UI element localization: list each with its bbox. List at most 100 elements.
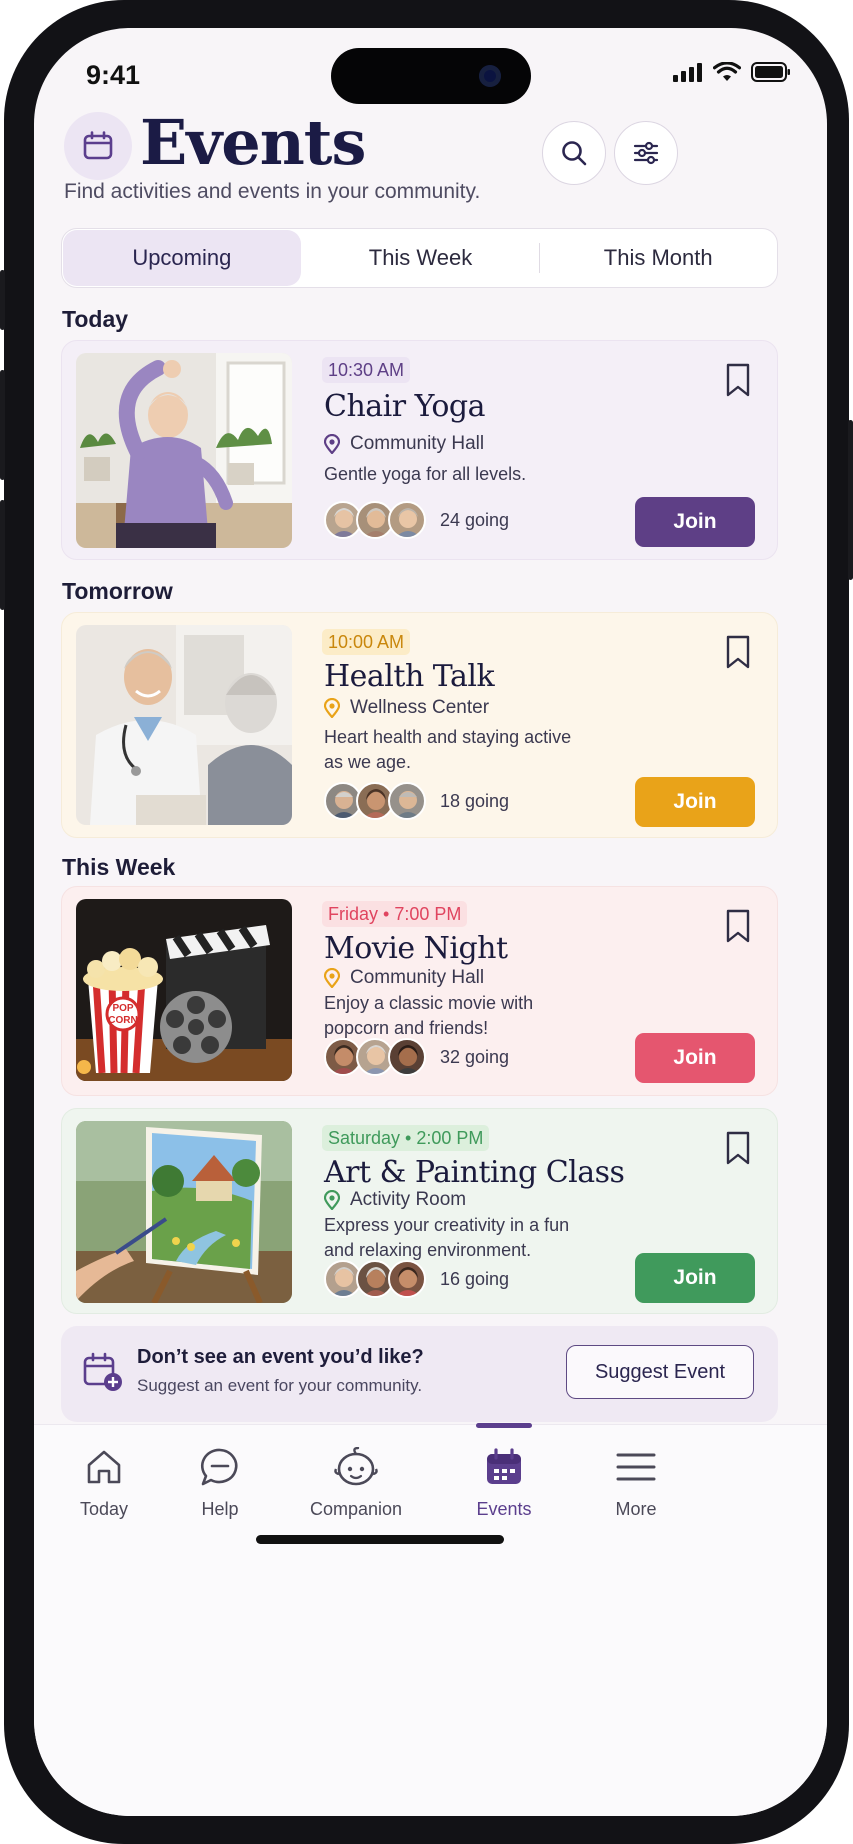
location-pin-icon — [324, 968, 340, 988]
nav-label: Help — [201, 1499, 239, 1519]
event-title: Chair Yoga — [324, 389, 485, 424]
event-location-text: Community Hall — [350, 967, 485, 988]
tab-label: This Week — [368, 245, 473, 270]
location-pin-icon — [324, 434, 340, 454]
tab-divider — [539, 243, 541, 273]
tab-label: Upcoming — [132, 245, 232, 270]
event-image-health-talk — [76, 625, 292, 825]
wifi-icon — [713, 62, 741, 81]
join-button[interactable]: Join — [635, 1033, 755, 1083]
event-location: Wellness Center — [324, 697, 489, 719]
volume-up-button — [0, 370, 5, 480]
suggest-subtitle: Suggest an event for your community. — [137, 1376, 423, 1395]
event-location-text: Activity Room — [350, 1189, 467, 1210]
calendar-icon — [487, 1448, 521, 1484]
join-button[interactable]: Join — [635, 1253, 755, 1303]
going-count: 32 going — [440, 1046, 510, 1067]
nav-label: Today — [79, 1499, 129, 1519]
event-time: 10:30 AM — [322, 357, 411, 383]
calendar-icon — [83, 131, 113, 160]
svg-text:CORN: CORN — [108, 1015, 137, 1026]
event-time: Friday • 7:00 PM — [322, 901, 468, 927]
event-description: Enjoy a classic movie with popcorn and f… — [324, 993, 534, 1038]
status-icons — [673, 62, 791, 82]
event-location: Community Hall — [324, 967, 484, 989]
nav-label: Events — [476, 1499, 532, 1519]
event-card-movie-night[interactable]: POP CORN Friday • 7:00 PM Movie Night Co… — [61, 886, 778, 1096]
event-card-chair-yoga[interactable]: 10:30 AM Chair Yoga Community Hall Gentl… — [61, 340, 778, 560]
svg-text:POP: POP — [112, 1003, 133, 1014]
search-button[interactable] — [542, 121, 606, 185]
nav-more[interactable]: More — [566, 1447, 706, 1520]
section-today: Today — [62, 306, 129, 332]
bookmark-icon[interactable] — [725, 909, 751, 943]
event-location-text: Wellness Center — [350, 697, 490, 718]
menu-icon — [616, 1453, 656, 1481]
mute-switch — [0, 270, 5, 330]
event-time: Saturday • 2:00 PM — [322, 1125, 490, 1151]
dynamic-island — [331, 48, 531, 104]
active-tab-indicator — [476, 1423, 532, 1428]
page-title: Events — [140, 106, 366, 179]
event-card-art-painting[interactable]: Saturday • 2:00 PM Art & Painting Class … — [61, 1108, 778, 1314]
event-location: Activity Room — [324, 1189, 466, 1211]
avatar — [388, 1260, 426, 1298]
nav-companion[interactable]: Companion — [286, 1447, 426, 1520]
nav-label: Companion — [309, 1499, 403, 1519]
screen: 9:41 Events Find activities and events i… — [34, 28, 827, 1816]
event-card-health-talk[interactable]: 10:00 AM Health Talk Wellness Center Hea… — [61, 612, 778, 838]
tab-label: This Month — [603, 245, 713, 270]
header-calendar-badge — [64, 112, 132, 180]
search-icon — [562, 141, 587, 166]
bookmark-icon[interactable] — [725, 635, 751, 669]
attendee-avatars: 32 going — [324, 1038, 509, 1076]
attendee-avatars: 24 going — [324, 501, 509, 539]
signal-icon — [673, 63, 702, 82]
phone-frame: 9:41 Events Find activities and events i… — [0, 0, 853, 1844]
calendar-add-icon — [83, 1352, 122, 1391]
location-pin-icon — [324, 1190, 340, 1210]
home-indicator — [256, 1535, 504, 1544]
tab-this-week[interactable]: This Week — [302, 229, 540, 287]
tab-this-month[interactable]: This Month — [539, 229, 777, 287]
camera-icon — [479, 65, 501, 87]
event-image-art-painting — [76, 1121, 292, 1303]
power-button — [848, 420, 853, 580]
event-time: 10:00 AM — [322, 629, 411, 655]
nav-label: More — [615, 1499, 657, 1519]
avatar — [388, 501, 426, 539]
event-title: Movie Night — [324, 931, 508, 966]
join-button[interactable]: Join — [635, 777, 755, 827]
avatar — [388, 1038, 426, 1076]
event-description: Express your creativity in a fun and rel… — [324, 1215, 570, 1260]
page-subtitle: Find activities and events in your commu… — [64, 180, 481, 203]
suggest-title: Don’t see an event you’d like? — [137, 1346, 424, 1368]
event-image-chair-yoga — [76, 353, 292, 548]
section-this-week: This Week — [62, 854, 176, 880]
tab-bar: Upcoming This Week This Month — [61, 228, 778, 288]
companion-face-icon — [334, 1447, 378, 1486]
home-icon — [87, 1450, 121, 1484]
going-count: 16 going — [440, 1268, 510, 1289]
nav-help[interactable]: Help — [150, 1447, 290, 1520]
suggest-event-button[interactable]: Suggest Event — [566, 1345, 754, 1399]
bookmark-icon[interactable] — [725, 363, 751, 397]
section-tomorrow: Tomorrow — [62, 578, 173, 604]
tab-upcoming[interactable]: Upcoming — [63, 230, 301, 286]
going-count: 18 going — [440, 790, 510, 811]
event-image-movie-night: POP CORN — [76, 899, 292, 1081]
going-count: 24 going — [440, 509, 510, 530]
attendee-avatars: 18 going — [324, 782, 509, 820]
bookmark-icon[interactable] — [725, 1131, 751, 1165]
status-time: 9:41 — [86, 60, 141, 90]
nav-events[interactable]: Events — [434, 1447, 574, 1520]
join-button[interactable]: Join — [635, 497, 755, 547]
event-title: Art & Painting Class — [324, 1155, 625, 1190]
attendee-avatars: 16 going — [324, 1260, 509, 1298]
battery-icon — [751, 62, 790, 82]
location-pin-icon — [324, 698, 340, 718]
filter-button[interactable] — [614, 121, 678, 185]
event-location: Community Hall — [324, 433, 484, 455]
bottom-nav: Today Help Companion Events More — [34, 1423, 827, 1816]
event-location-text: Community Hall — [350, 433, 485, 454]
